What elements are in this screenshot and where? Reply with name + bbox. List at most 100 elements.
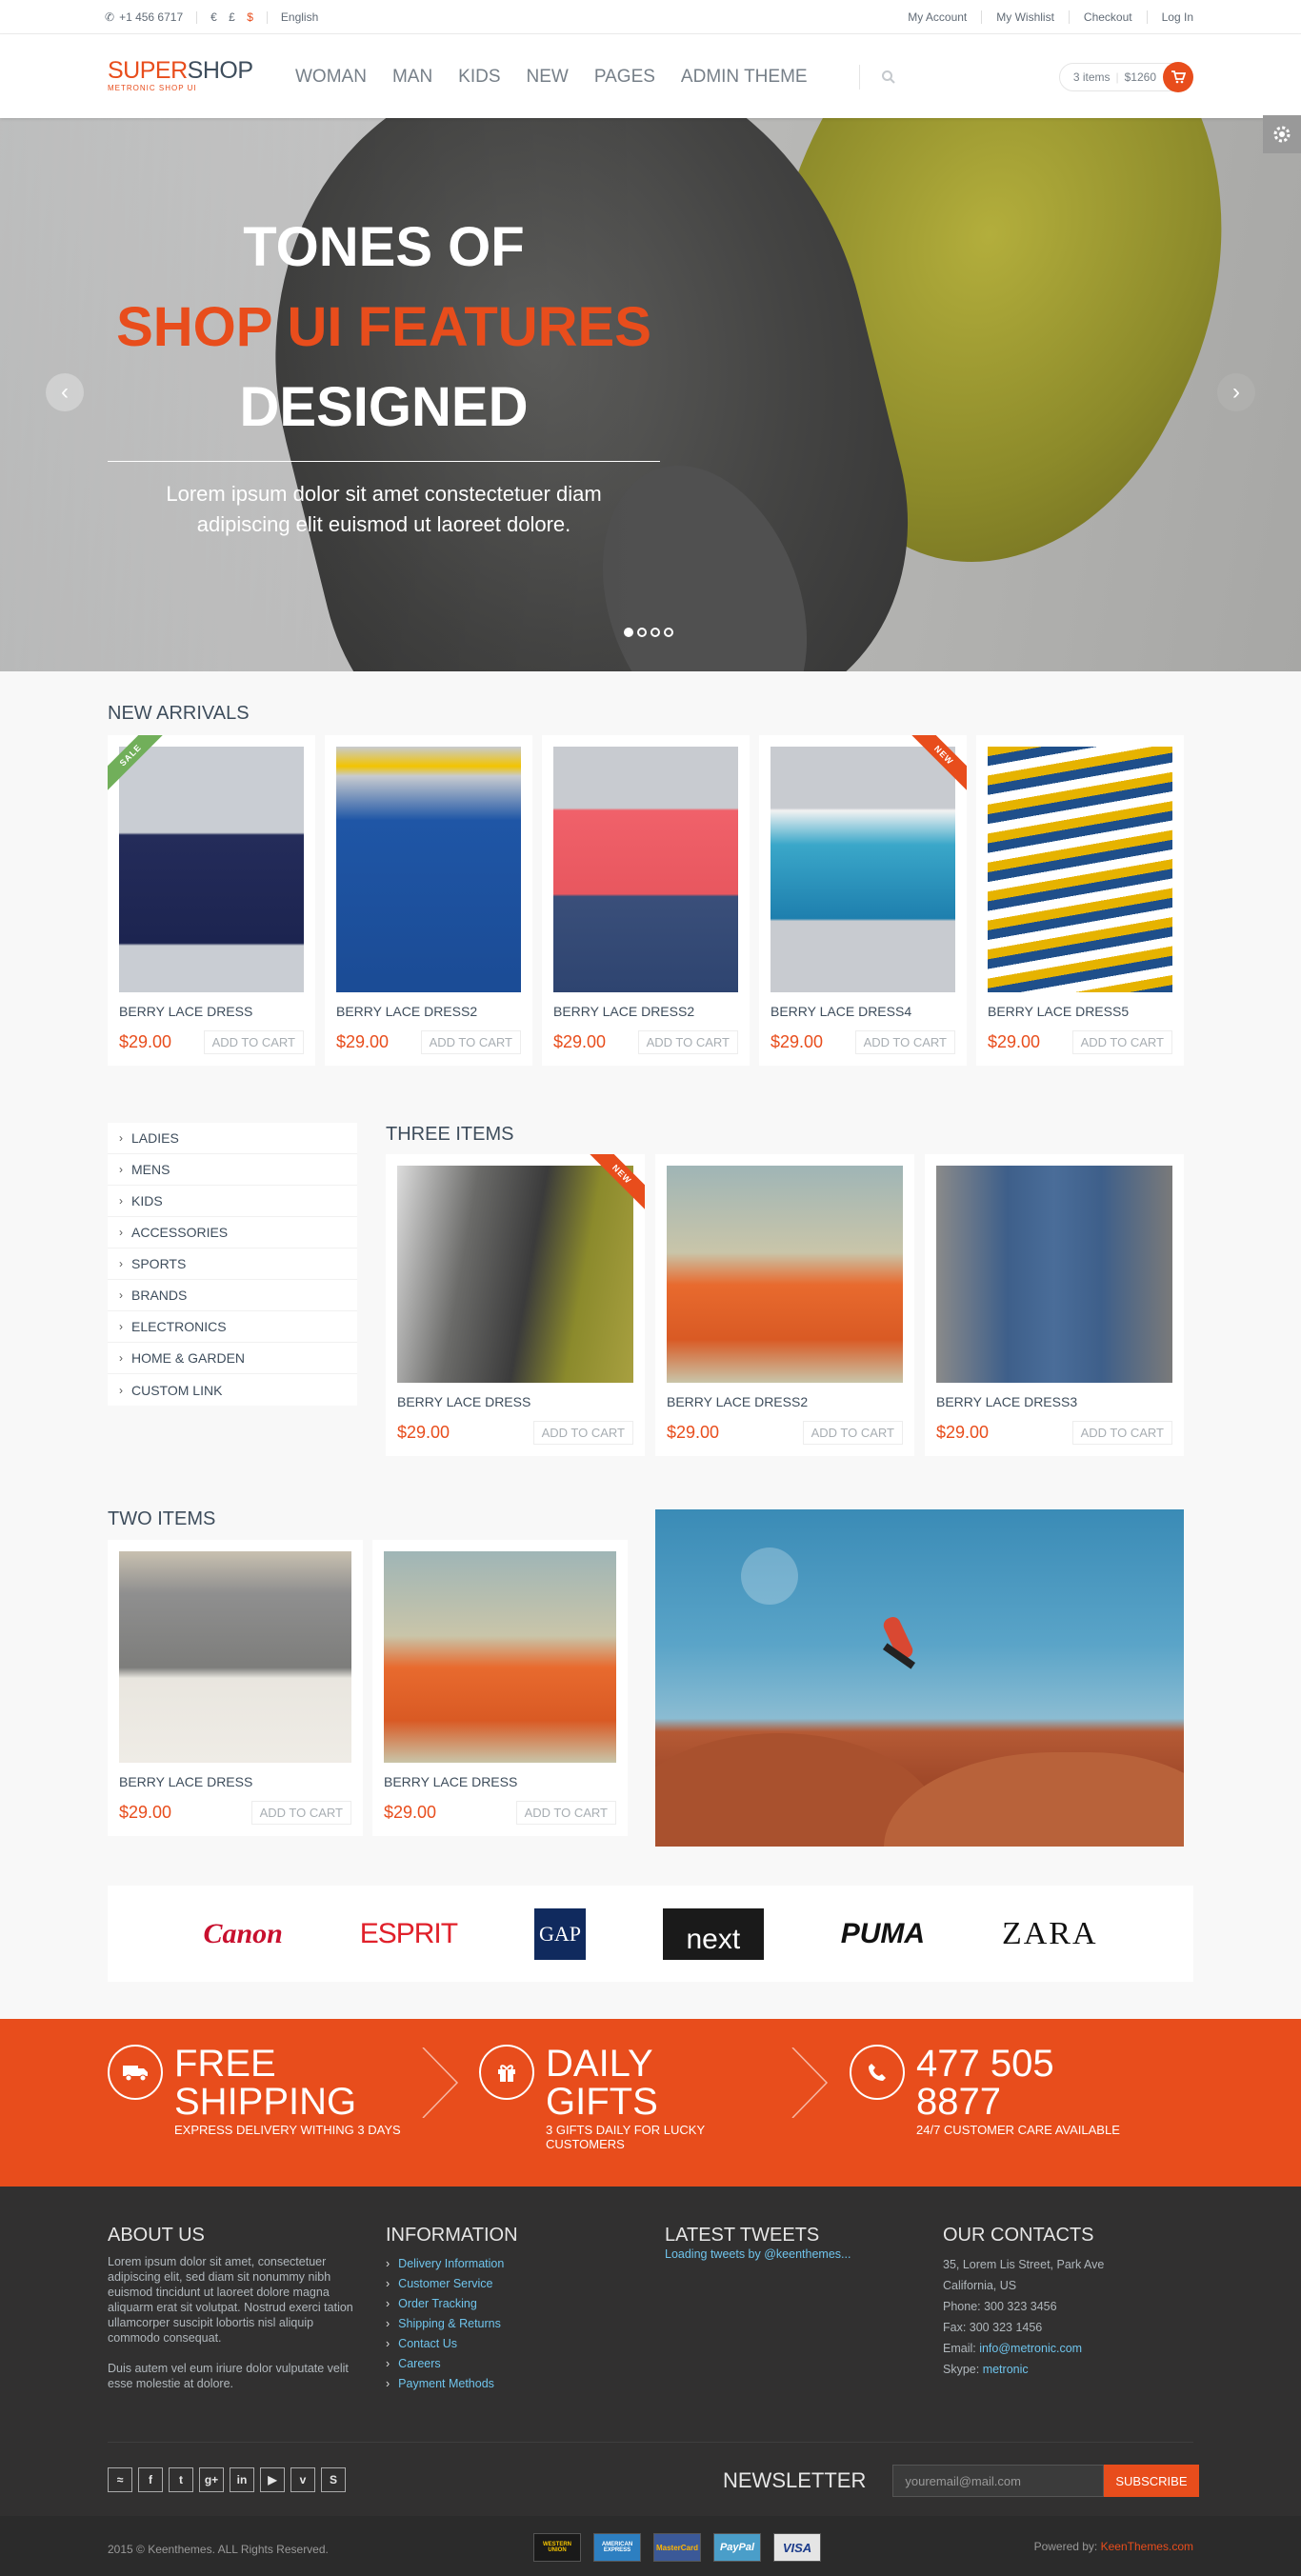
slider-dot-4[interactable] [664, 628, 673, 637]
product-card[interactable]: BERRY LACE DRESS5 $29.00 ADD TO CART [976, 735, 1184, 1066]
my-wishlist-link[interactable]: My Wishlist [981, 10, 1069, 24]
category-ladies[interactable]: › LADIES [108, 1123, 357, 1154]
add-to-cart-button[interactable]: ADD TO CART [515, 1801, 616, 1825]
search-icon[interactable] [881, 70, 896, 85]
product-name[interactable]: BERRY LACE DRESS4 [771, 1004, 955, 1019]
cart-icon[interactable] [1163, 62, 1193, 92]
checkout-link[interactable]: Checkout [1068, 10, 1147, 24]
category-brands[interactable]: › BRANDS [108, 1280, 357, 1311]
product-card[interactable]: BERRY LACE DRESS4 $29.00 ADD TO CART NEW [759, 735, 967, 1066]
nav-man[interactable]: MAN [392, 67, 432, 88]
rss-icon[interactable]: ≈ [108, 2467, 132, 2492]
footer-link-delivery[interactable]: › Delivery Information [386, 2254, 635, 2274]
footer-link-order-tracking[interactable]: › Order Tracking [386, 2294, 635, 2314]
footer-link-shipping-returns[interactable]: › Shipping & Returns [386, 2314, 635, 2334]
slider-next-button[interactable]: › [1217, 373, 1255, 411]
site-logo[interactable]: SUPERSHOP METRONIC SHOP UI [108, 57, 253, 92]
footer-link-contact-us[interactable]: › Contact Us [386, 2334, 635, 2354]
subscribe-button[interactable]: SUBSCRIBE [1104, 2465, 1199, 2497]
brand-zara[interactable]: ZARA [1002, 1916, 1098, 1952]
nav-pages[interactable]: PAGES [594, 67, 655, 88]
product-card[interactable]: BERRY LACE DRESS $29.00 ADD TO CART SALE [108, 735, 315, 1066]
category-mens[interactable]: › MENS [108, 1154, 357, 1186]
currency-pound[interactable]: £ [229, 10, 235, 24]
slider-dot-2[interactable] [637, 628, 647, 637]
category-sports[interactable]: › SPORTS [108, 1248, 357, 1280]
product-image[interactable] [553, 747, 738, 992]
category-accessories[interactable]: › ACCESSORIES [108, 1217, 357, 1248]
product-card[interactable]: BERRY LACE DRESS2 $29.00 ADD TO CART [542, 735, 750, 1066]
facebook-icon[interactable]: f [138, 2467, 163, 2492]
linkedin-icon[interactable]: in [230, 2467, 254, 2492]
product-name[interactable]: BERRY LACE DRESS3 [936, 1394, 1172, 1409]
newsletter-email-input[interactable]: youremail@mail.com [892, 2465, 1105, 2497]
slider-prev-button[interactable]: ‹ [46, 373, 84, 411]
product-image[interactable] [988, 747, 1172, 992]
youtube-icon[interactable]: ▶ [260, 2467, 285, 2492]
nav-woman[interactable]: WOMAN [295, 67, 367, 88]
product-card[interactable]: BERRY LACE DRESS2 $29.00 ADD TO CART [325, 735, 532, 1066]
powered-by-link[interactable]: KeenThemes.com [1101, 2540, 1193, 2553]
product-image[interactable] [384, 1551, 616, 1763]
product-image[interactable] [936, 1166, 1172, 1383]
my-account-link[interactable]: My Account [893, 10, 981, 24]
footer-link-customer-service[interactable]: › Customer Service [386, 2274, 635, 2294]
nav-kids[interactable]: KIDS [458, 67, 500, 88]
googleplus-icon[interactable]: g+ [199, 2467, 224, 2492]
add-to-cart-button[interactable]: ADD TO CART [854, 1030, 955, 1054]
product-name[interactable]: BERRY LACE DRESS [119, 1004, 304, 1019]
product-name[interactable]: BERRY LACE DRESS [384, 1774, 616, 1789]
product-image[interactable] [667, 1166, 903, 1383]
product-card[interactable]: BERRY LACE DRESS $29.00 ADD TO CART [108, 1540, 363, 1836]
brand-puma[interactable]: PUMA [841, 1918, 925, 1950]
vimeo-icon[interactable]: v [290, 2467, 315, 2492]
add-to-cart-button[interactable]: ADD TO CART [250, 1801, 351, 1825]
brand-next[interactable]: next [662, 1907, 764, 1960]
product-card[interactable]: BERRY LACE DRESS $29.00 ADD TO CART NEW [386, 1154, 645, 1456]
product-name[interactable]: BERRY LACE DRESS [397, 1394, 633, 1409]
add-to-cart-button[interactable]: ADD TO CART [203, 1030, 304, 1054]
brand-esprit[interactable]: ESPRIT [360, 1918, 458, 1950]
login-link[interactable]: Log In [1146, 10, 1193, 24]
add-to-cart-button[interactable]: ADD TO CART [532, 1421, 633, 1445]
add-to-cart-button[interactable]: ADD TO CART [637, 1030, 738, 1054]
slider-dot-3[interactable] [650, 628, 660, 637]
product-card[interactable]: BERRY LACE DRESS2 $29.00 ADD TO CART [655, 1154, 914, 1456]
product-image[interactable] [336, 747, 521, 992]
promo-banner-climber[interactable] [655, 1509, 1184, 1847]
contact-skype-link[interactable]: metronic [983, 2363, 1029, 2376]
gear-icon[interactable] [1263, 115, 1301, 153]
skype-icon[interactable]: S [321, 2467, 346, 2492]
footer-link-payment-methods[interactable]: › Payment Methods [386, 2374, 635, 2394]
brand-canon[interactable]: Canon [203, 1918, 282, 1950]
category-home-garden[interactable]: › HOME & GARDEN [108, 1343, 357, 1374]
product-card[interactable]: BERRY LACE DRESS3 $29.00 ADD TO CART [925, 1154, 1184, 1456]
slider-dot-1[interactable] [624, 628, 633, 637]
cart-widget[interactable]: 3 items | $1260 [1058, 62, 1193, 92]
product-image[interactable] [119, 1551, 351, 1763]
add-to-cart-button[interactable]: ADD TO CART [1071, 1421, 1172, 1445]
add-to-cart-button[interactable]: ADD TO CART [1071, 1030, 1172, 1054]
add-to-cart-button[interactable]: ADD TO CART [420, 1030, 521, 1054]
product-name[interactable]: BERRY LACE DRESS2 [336, 1004, 521, 1019]
add-to-cart-button[interactable]: ADD TO CART [802, 1421, 903, 1445]
footer: ABOUT US Lorem ipsum dolor sit amet, con… [0, 2187, 1301, 2516]
product-name[interactable]: BERRY LACE DRESS5 [988, 1004, 1172, 1019]
nav-new[interactable]: NEW [527, 67, 569, 88]
category-kids[interactable]: › KIDS [108, 1186, 357, 1217]
product-card[interactable]: BERRY LACE DRESS $29.00 ADD TO CART [372, 1540, 628, 1836]
contact-email-link[interactable]: info@metronic.com [979, 2342, 1082, 2355]
product-name[interactable]: BERRY LACE DRESS2 [553, 1004, 738, 1019]
category-electronics[interactable]: › ELECTRONICS [108, 1311, 357, 1343]
product-name[interactable]: BERRY LACE DRESS2 [667, 1394, 903, 1409]
product-name[interactable]: BERRY LACE DRESS [119, 1774, 351, 1789]
tweets-text[interactable]: Loading tweets by @keenthemes... [665, 2247, 914, 2262]
currency-euro[interactable]: € [210, 10, 217, 24]
category-custom-link[interactable]: › CUSTOM LINK [108, 1374, 357, 1406]
currency-dollar[interactable]: $ [247, 10, 253, 24]
twitter-icon[interactable]: t [169, 2467, 193, 2492]
brand-gap[interactable]: GAP [533, 1907, 586, 1960]
nav-admin-theme[interactable]: ADMIN THEME [681, 67, 808, 88]
language-selector[interactable]: English [281, 10, 318, 24]
footer-link-careers[interactable]: › Careers [386, 2354, 635, 2374]
